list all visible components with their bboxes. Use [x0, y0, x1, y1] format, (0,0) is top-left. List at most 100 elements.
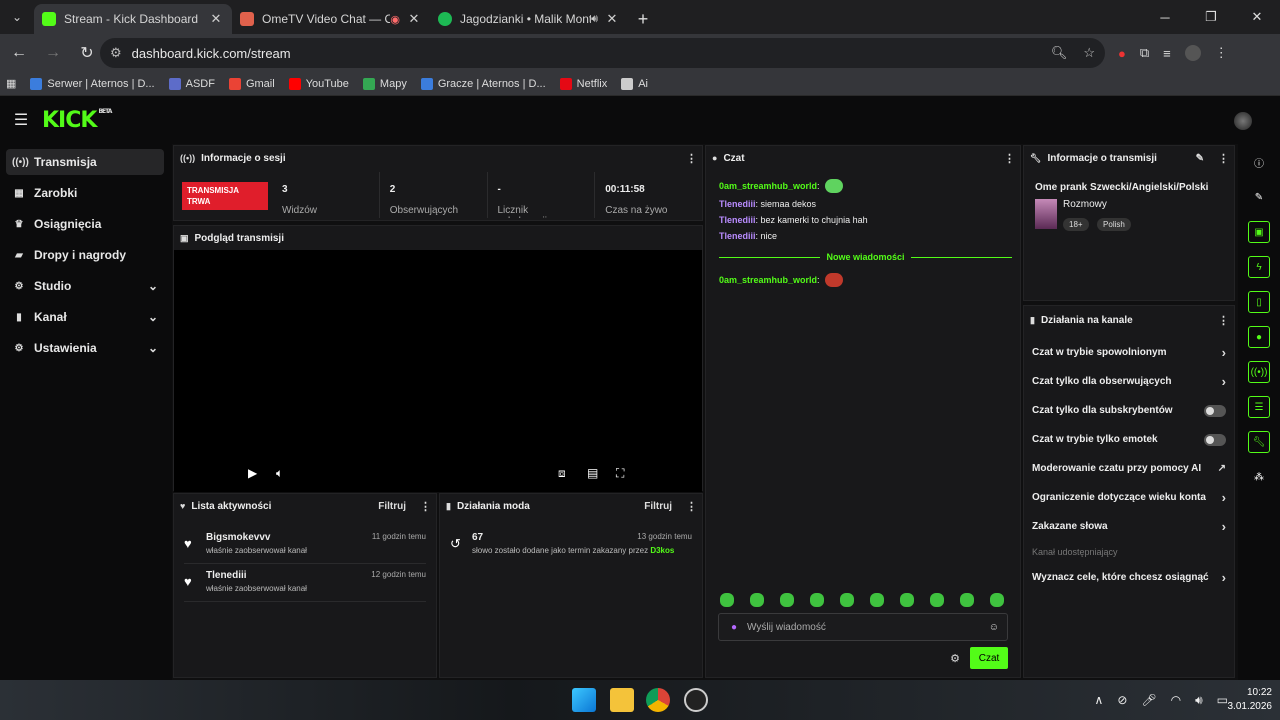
extension-red-icon[interactable]: ● — [1118, 46, 1126, 61]
kick-logo[interactable]: KICK BETA — [42, 108, 112, 133]
emote-icon[interactable] — [780, 593, 794, 607]
tab-ometv[interactable]: OmeTV Video Chat — Ome ◉ ✕ — [232, 4, 430, 34]
bookmark-item[interactable]: ASDF — [168, 77, 215, 90]
sidebar-item-transmisja[interactable]: ((•)) Transmisja — [6, 149, 164, 175]
activity-username[interactable]: Tlenediii — [206, 570, 307, 581]
bookmark-item[interactable]: Gmail — [228, 77, 275, 90]
channel-action-row[interactable]: Moderowanie czatu przy pomocy AI ↗ — [1024, 454, 1234, 483]
edit-icon[interactable]: ✎ — [1196, 153, 1204, 164]
more-options-icon[interactable]: ⋮ — [686, 152, 697, 165]
forward-icon[interactable]: → — [38, 38, 68, 68]
miniplayer-icon[interactable]: ⧈ — [558, 466, 566, 481]
toggle-switch[interactable] — [1204, 404, 1226, 417]
reload-icon[interactable]: ↻ — [72, 38, 102, 68]
system-clock[interactable]: 10:22 3.01.2026 — [1228, 686, 1273, 714]
sidebar-item-kanał[interactable]: ▮ Kanał ⌄ — [6, 304, 164, 330]
edit-icon[interactable]: ✎ — [1248, 186, 1270, 208]
close-window-icon[interactable]: ✕ — [1234, 0, 1280, 34]
more-options-icon[interactable]: ⋮ — [1004, 152, 1015, 165]
emote-icon[interactable] — [870, 593, 884, 607]
bookmark-star-icon[interactable]: ☆ — [1083, 45, 1095, 61]
bookmark-item[interactable]: Gracze | Aternos | D... — [420, 77, 546, 90]
channel-action-row[interactable]: Czat tylko dla subskrybentów — [1024, 396, 1234, 425]
hamburger-menu-icon[interactable]: ☰ — [0, 110, 42, 130]
chevron-up-icon[interactable]: ∧ — [1095, 693, 1104, 707]
lightning-icon[interactable]: ϟ — [1248, 256, 1270, 278]
more-options-icon[interactable]: ⋮ — [420, 500, 431, 513]
sidebar-item-studio[interactable]: ⚙ Studio ⌄ — [6, 273, 164, 299]
bookmark-item[interactable]: Netflix — [559, 77, 607, 90]
more-options-icon[interactable]: ⋮ — [1218, 314, 1229, 327]
sidebar-item-zarobki[interactable]: ▦ Zarobki — [6, 180, 164, 206]
emote-icon[interactable] — [840, 593, 854, 607]
volume-icon[interactable]: 🔊︎ — [1195, 693, 1203, 708]
close-icon[interactable]: ✕ — [208, 11, 224, 27]
battery-icon[interactable]: ▭ — [1217, 693, 1228, 707]
chevron-down-icon[interactable]: ⌄ — [148, 279, 158, 293]
chat-settings-icon[interactable]: ⚙ — [950, 652, 960, 665]
play-icon[interactable]: ▶ — [248, 466, 257, 480]
tab-spotify[interactable]: Jagodzianki • Malik Montana 🔊︎ ✕ — [430, 4, 628, 34]
bookmark-item[interactable]: YouTube — [288, 77, 349, 90]
category-name[interactable]: Rozmowy — [1063, 199, 1135, 210]
media-control-icon[interactable]: ≡ — [1163, 46, 1171, 61]
chat-toggle-icon[interactable]: ● — [1248, 326, 1270, 348]
tools-toggle-icon[interactable]: 🔧︎ — [1248, 431, 1270, 453]
back-icon[interactable]: ← — [4, 38, 34, 68]
close-icon[interactable]: ✕ — [406, 11, 422, 27]
emote-icon[interactable] — [750, 593, 764, 607]
chrome-icon[interactable] — [646, 688, 670, 712]
info-icon[interactable]: ⓘ — [1248, 151, 1270, 173]
fullscreen-icon[interactable]: ⛶ — [616, 466, 624, 481]
url-field[interactable]: ⚙ dashboard.kick.com/stream 🔍︎ ☆ — [100, 38, 1105, 68]
filter-button[interactable]: Filtruj — [644, 501, 672, 512]
emote-icon[interactable] — [930, 593, 944, 607]
audio-playing-icon[interactable]: 🔊︎ — [591, 13, 598, 26]
zoom-icon[interactable]: 🔍︎ — [1051, 45, 1068, 61]
layout-icon[interactable]: ⁂ — [1248, 466, 1270, 488]
emote-icon[interactable] — [960, 593, 974, 607]
tab-kick-dashboard[interactable]: Stream - Kick Dashboard ✕ — [34, 4, 232, 34]
file-explorer-icon[interactable] — [610, 688, 634, 712]
activity-username[interactable]: Bigsmokevvv — [206, 532, 307, 543]
start-icon[interactable] — [572, 688, 596, 712]
volume-icon[interactable]: 🔈︎ — [276, 466, 283, 481]
chat-username[interactable]: 0am_streamhub_world — [719, 181, 817, 191]
toggle-switch[interactable] — [1204, 433, 1226, 446]
emoji-icon[interactable]: ☺ — [989, 622, 999, 633]
channel-action-row[interactable]: Czat tylko dla obserwujących › — [1024, 367, 1234, 396]
chat-username[interactable]: Tlenediii — [719, 215, 756, 225]
microphone-icon[interactable]: 🎤︎ — [1141, 693, 1156, 707]
filter-button[interactable]: Filtruj — [378, 501, 406, 512]
mod-username[interactable]: D3kos — [650, 546, 674, 555]
browser-menu-icon[interactable]: ⋮ — [1215, 45, 1228, 61]
channel-action-row[interactable]: Czat w trybie tylko emotek — [1024, 425, 1234, 454]
emote-icon[interactable] — [990, 593, 1004, 607]
chat-username[interactable]: Tlenediii — [719, 231, 756, 241]
emote-icon[interactable] — [720, 593, 734, 607]
restore-icon[interactable]: ❐ — [1188, 0, 1234, 34]
new-tab-button[interactable]: + — [628, 4, 658, 34]
channel-action-row[interactable]: Ograniczenie dotyczące wieku konta › — [1024, 483, 1234, 512]
chat-input[interactable]: ● Wyślij wiadomość ☺ — [718, 613, 1008, 641]
user-avatar[interactable] — [1234, 112, 1252, 130]
undo-icon[interactable]: ↺ — [450, 532, 472, 555]
video-player[interactable]: ▶ 🔈︎ ⧈ ▤ ⛶ — [174, 250, 702, 492]
more-options-icon[interactable]: ⋮ — [1218, 152, 1229, 165]
microphone-icon[interactable]: ● — [731, 622, 737, 633]
category-thumbnail[interactable] — [1035, 199, 1057, 229]
sidebar-item-ustawienia[interactable]: ⚙ Ustawienia ⌄ — [6, 335, 164, 361]
theater-icon[interactable]: ▤ — [587, 466, 598, 480]
emote-icon[interactable] — [900, 593, 914, 607]
channel-action-row[interactable]: Zakazane słowa › — [1024, 512, 1234, 541]
bookmark-item[interactable]: Serwer | Aternos | D... — [30, 77, 155, 90]
sidebar-item-dropy-i-nagrody[interactable]: ▰ Dropy i nagrody — [6, 242, 164, 268]
channel-action-row[interactable]: Czat w trybie spowolnionym › — [1024, 338, 1234, 367]
emote-icon[interactable] — [810, 593, 824, 607]
bookmark-item[interactable]: Mapy — [362, 77, 407, 90]
chat-send-button[interactable]: Czat — [970, 647, 1008, 669]
wifi-icon[interactable]: ◠ — [1171, 693, 1181, 707]
sidebar-item-osiągnięcia[interactable]: ♛ Osiągnięcia — [6, 211, 164, 237]
chevron-down-icon[interactable]: ⌄ — [148, 341, 158, 355]
close-icon[interactable]: ✕ — [604, 11, 620, 27]
